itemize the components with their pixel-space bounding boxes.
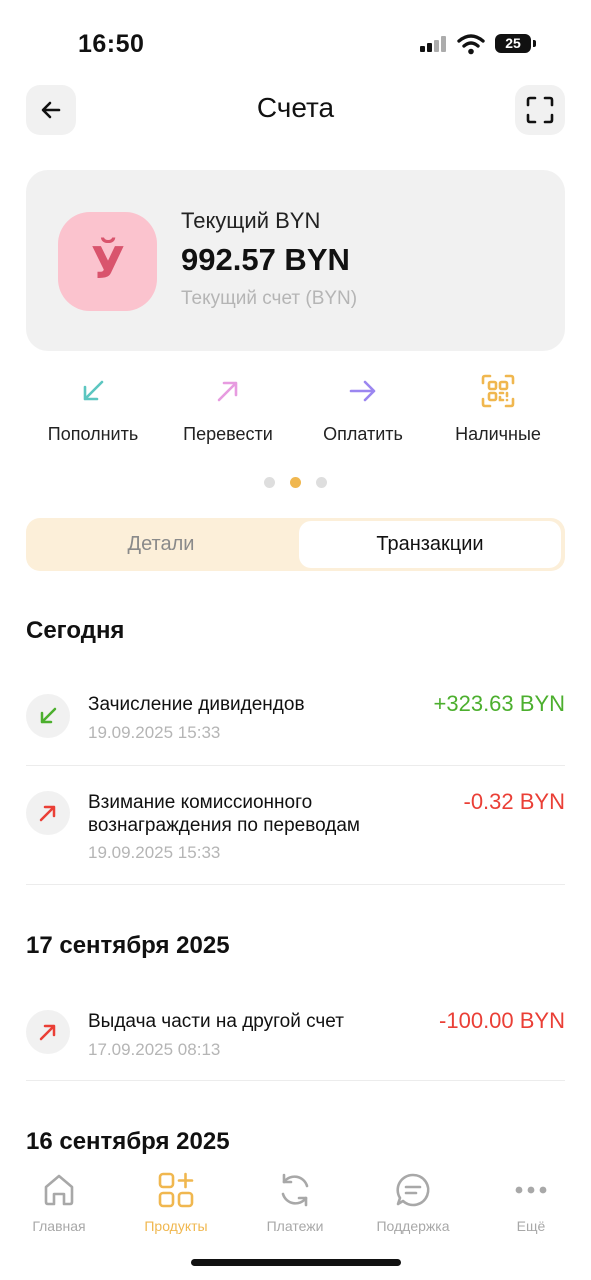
transaction-title: Зачисление дивидендов [88,694,305,715]
transaction-amount: +323.63 BYN [433,691,565,716]
nav-support[interactable]: Поддержка [358,1170,468,1234]
pager-dot-active[interactable] [290,477,301,488]
pager-dot[interactable] [316,477,327,488]
segmented-tabs: Детали Транзакции [26,518,565,571]
outgoing-icon [26,1010,70,1054]
divider [26,765,565,766]
scan-button[interactable] [515,85,565,135]
nav-label: Поддержка [376,1218,450,1234]
tab-transactions[interactable]: Транзакции [299,521,561,568]
chat-icon [396,1173,430,1207]
action-pay-button[interactable]: Оплатить [298,372,428,445]
transaction-row[interactable]: Взимание комиссионного вознаграждения по… [26,789,566,866]
qr-code-icon [481,374,515,408]
transaction-date: 17.09.2025 08:13 [88,1040,221,1059]
nav-products[interactable]: Продукты [121,1170,231,1234]
nav-label: Платежи [266,1218,324,1234]
outgoing-icon [26,791,70,835]
products-grid-icon [158,1172,194,1208]
nav-label: Главная [32,1218,86,1234]
incoming-icon [26,694,70,738]
transaction-row[interactable]: Зачисление дивидендов 19.09.2025 15:33 +… [26,691,565,753]
action-cash-button[interactable]: Наличные [433,372,563,445]
action-topup-button[interactable]: Пополнить [28,372,158,445]
transaction-date: 19.09.2025 15:33 [88,723,221,742]
section-title: Сегодня [26,617,125,644]
action-label: Оплатить [323,424,403,444]
transaction-row[interactable]: Выдача части на другой счет 17.09.2025 0… [26,1008,565,1070]
carousel-pager [264,477,327,488]
status-bar: 16:50 25 [0,0,591,80]
battery-icon: 25 [495,34,531,53]
account-name: Текущий BYN [181,208,321,233]
scan-frame-icon [526,96,554,124]
home-indicator[interactable] [191,1259,401,1266]
account-type: Текущий счет (BYN) [181,288,358,309]
tab-details[interactable]: Детали [26,518,296,571]
pager-dot[interactable] [264,477,275,488]
action-transfer-button[interactable]: Перевести [163,372,293,445]
home-icon [44,1174,74,1206]
nav-label: Продукты [144,1218,208,1234]
section-title: 16 сентября 2025 [26,1128,230,1155]
refresh-icon [281,1173,309,1207]
nav-more[interactable]: Ещё [476,1170,586,1234]
account-balance: 992.57 BYN [181,242,350,277]
currency-logo-icon: Ў [91,236,125,289]
section-title: 17 сентября 2025 [26,932,230,959]
page-title: Счета [256,92,335,123]
transaction-title: Выдача части на другой счет [88,1011,344,1032]
transaction-title: Взимание комиссионного вознаграждения по… [88,792,360,836]
action-label: Наличные [455,424,541,444]
status-time: 16:50 [78,30,145,58]
account-card[interactable]: Ў Текущий BYN 992.57 BYN Текущий счет (B… [26,170,565,351]
divider [26,1080,565,1081]
transaction-date: 19.09.2025 15:33 [88,843,221,862]
account-logo: Ў [58,212,157,311]
transaction-amount: -100.00 BYN [439,1008,565,1033]
nav-label: Ещё [516,1218,546,1234]
action-label: Перевести [183,424,273,444]
svg-text:Ў: Ў [91,236,125,289]
divider [26,884,565,885]
cellular-signal-icon [420,36,448,52]
more-icon [515,1186,547,1194]
action-label: Пополнить [47,424,139,444]
arrow-up-right-icon [217,381,238,402]
nav-home[interactable]: Главная [4,1170,114,1234]
arrow-right-icon [349,380,376,402]
nav-payments[interactable]: Платежи [240,1170,350,1234]
arrow-down-left-icon [83,380,104,401]
battery-cap [533,40,536,47]
wifi-icon [457,34,485,55]
transaction-amount: -0.32 BYN [463,789,566,814]
